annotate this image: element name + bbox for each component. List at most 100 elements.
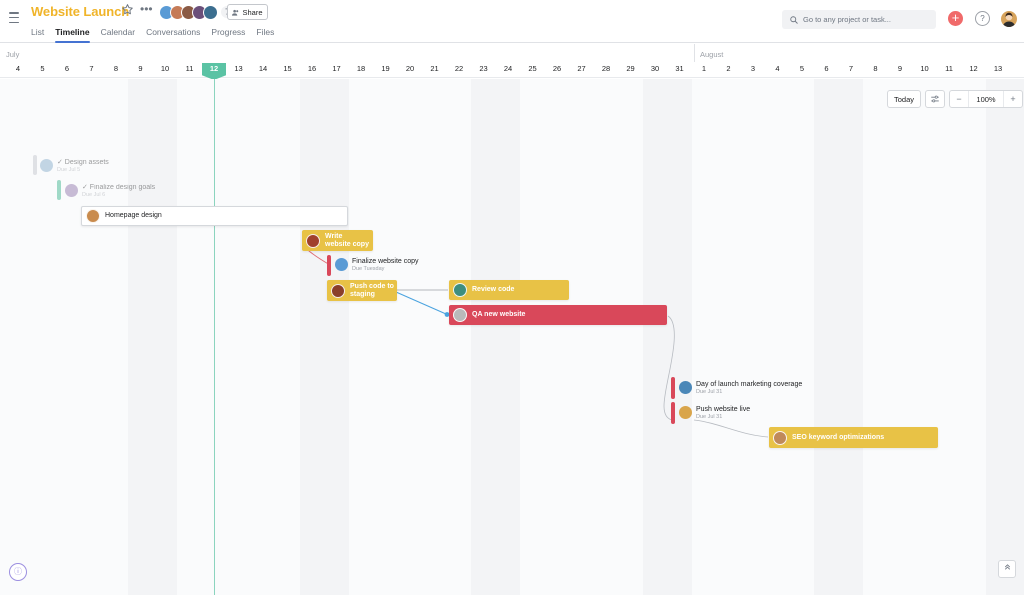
day-label: 20 [405, 64, 415, 73]
info-button[interactable]: ⓘ [9, 563, 27, 581]
tab-progress[interactable]: Progress [211, 27, 245, 43]
share-button[interactable]: Share [227, 4, 268, 20]
dependency-push-to-qa [395, 291, 447, 315]
task-launch-marketing-coverage[interactable]: Day of launch marketing coverage Due Jul… [679, 381, 802, 396]
task-push-website-live[interactable]: Push website live Due Jul 31 [679, 406, 750, 421]
scroll-to-top-button[interactable] [998, 560, 1016, 578]
day-label: 7 [848, 64, 854, 73]
task-qa-new-website[interactable]: QA new website [449, 305, 667, 325]
day-label: 29 [626, 64, 635, 73]
zoom-level: 100% [968, 91, 1004, 107]
filter-button[interactable] [925, 90, 945, 108]
day-label: 14 [258, 64, 268, 73]
assignee-avatar [453, 308, 467, 322]
day-label: 11 [185, 64, 194, 73]
day-label: 5 [799, 64, 805, 73]
task-write-website-copy[interactable]: Write website copy [302, 230, 373, 251]
tab-calendar[interactable]: Calendar [101, 27, 136, 43]
day-label: 2 [726, 64, 731, 73]
day-label: 9 [897, 64, 903, 73]
quick-add-button[interactable]: + [948, 11, 963, 26]
assignee-avatar [453, 283, 467, 297]
assignee-avatar [40, 159, 53, 172]
assignee-avatar [335, 258, 348, 271]
task-name: QA new website [472, 311, 526, 318]
day-label: 19 [381, 64, 390, 73]
day-label: 1 [701, 64, 707, 73]
task-seo-keyword-optimizations[interactable]: SEO keyword optimizations [769, 427, 938, 448]
day-label: 4 [775, 64, 780, 73]
day-label: 21 [430, 64, 439, 73]
zoom-out-button[interactable]: − [950, 91, 968, 107]
member-avatar [203, 4, 218, 20]
day-label: 10 [160, 64, 170, 73]
assignee-avatar [306, 233, 320, 248]
day-label: 13 [234, 64, 243, 73]
task-due-date: Due Jul 5 [57, 167, 81, 173]
day-label: 31 [675, 64, 684, 73]
day-label: 11 [945, 64, 953, 73]
day-label: 22 [454, 64, 464, 73]
day-label: 16 [307, 64, 317, 73]
day-label: 30 [650, 64, 660, 73]
day-label: 28 [601, 64, 611, 73]
more-options-icon[interactable]: ••• [140, 2, 153, 16]
day-label: 6 [824, 64, 829, 73]
task-marker[interactable] [671, 402, 675, 424]
task-finalize-design-goals[interactable]: ✓ Finalize design goals Due Jul 6 [65, 184, 155, 199]
task-due-date: Due Tuesday [352, 266, 385, 272]
zoom-in-button[interactable]: + [1004, 91, 1022, 107]
search-icon [790, 15, 798, 24]
task-homepage-design[interactable]: Homepage design [81, 206, 348, 226]
task-due-date: Due Jul 6 [82, 192, 106, 198]
day-label: 7 [89, 64, 94, 73]
help-button[interactable]: ? [975, 11, 990, 26]
task-due-date: Due Jul 31 [696, 389, 723, 395]
search-bar[interactable] [782, 10, 936, 29]
task-marker[interactable] [57, 180, 61, 200]
project-tabs: List Timeline Calendar Conversations Pro… [31, 27, 274, 43]
tab-timeline[interactable]: Timeline [55, 27, 90, 43]
day-label: 9 [138, 64, 143, 73]
task-finalize-website-copy[interactable]: Finalize website copy Due Tuesday [335, 258, 419, 273]
task-name: Review code [472, 286, 515, 293]
dependency-live-to-seo [693, 419, 769, 438]
task-design-assets[interactable]: ✓ Design assets Due Jul 5 [40, 159, 109, 174]
day-label: 18 [356, 64, 366, 73]
tab-files[interactable]: Files [256, 27, 274, 43]
assignee-avatar [773, 430, 787, 445]
task-marker[interactable] [671, 377, 675, 399]
task-name: Finalize website copy [352, 258, 419, 265]
day-label: 6 [64, 64, 70, 73]
star-icon[interactable] [121, 3, 134, 16]
day-label: 13 [993, 64, 1003, 73]
task-name: Push website live [696, 406, 751, 413]
month-label-august: August [700, 50, 724, 59]
task-marker[interactable] [33, 155, 37, 175]
today-button[interactable]: Today [887, 90, 921, 108]
timeline-canvas[interactable]: Today − 100% + ✓ Design assets Due Jul 5… [0, 79, 1024, 595]
task-name: Push code to staging [350, 282, 394, 298]
project-title[interactable]: Website Launch [31, 4, 129, 19]
task-push-code-to-staging[interactable]: Push code to staging [327, 280, 397, 301]
task-marker[interactable] [327, 255, 331, 276]
tab-list[interactable]: List [31, 27, 44, 43]
month-label-july: July [6, 50, 20, 59]
search-input[interactable] [803, 15, 933, 24]
share-label: Share [242, 7, 263, 17]
filter-icon [931, 95, 939, 103]
task-name: ✓ Design assets [57, 159, 109, 166]
menu-icon[interactable] [9, 12, 19, 23]
tab-conversations[interactable]: Conversations [146, 27, 200, 43]
day-label: 4 [15, 64, 21, 73]
project-members[interactable]: 7 [159, 4, 235, 20]
task-review-code[interactable]: Review code [449, 280, 569, 300]
day-label: 10 [920, 64, 929, 73]
task-name: Homepage design [105, 212, 162, 219]
assignee-avatar [331, 283, 345, 298]
day-label: 8 [873, 64, 878, 73]
task-name: Day of launch marketing coverage [696, 381, 803, 388]
people-icon [232, 9, 239, 16]
user-avatar[interactable] [1001, 11, 1017, 27]
day-label: 12 [969, 64, 978, 73]
